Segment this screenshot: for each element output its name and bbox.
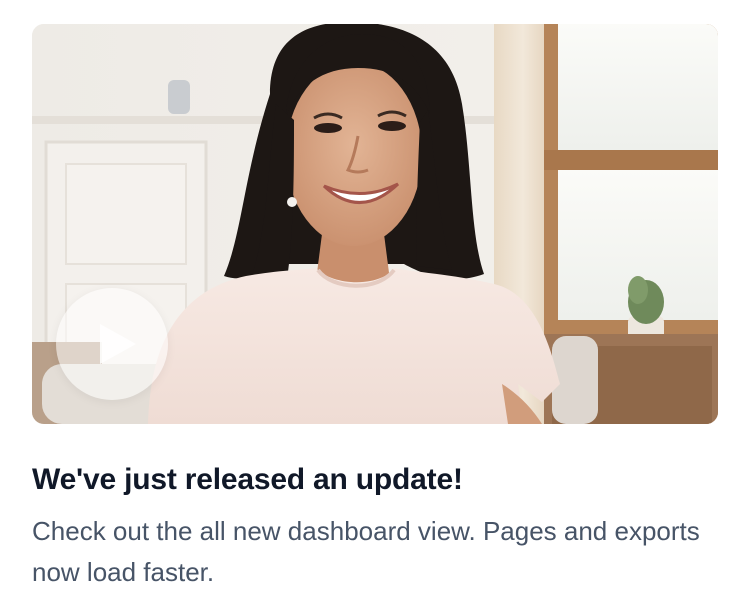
update-card: We've just released an update! Check out… — [0, 0, 750, 616]
card-description: Check out the all new dashboard view. Pa… — [32, 516, 700, 587]
play-icon — [100, 324, 136, 364]
play-button[interactable] — [56, 288, 168, 400]
card-title: We've just released an update! — [32, 463, 463, 496]
video-thumbnail[interactable] — [32, 24, 718, 424]
